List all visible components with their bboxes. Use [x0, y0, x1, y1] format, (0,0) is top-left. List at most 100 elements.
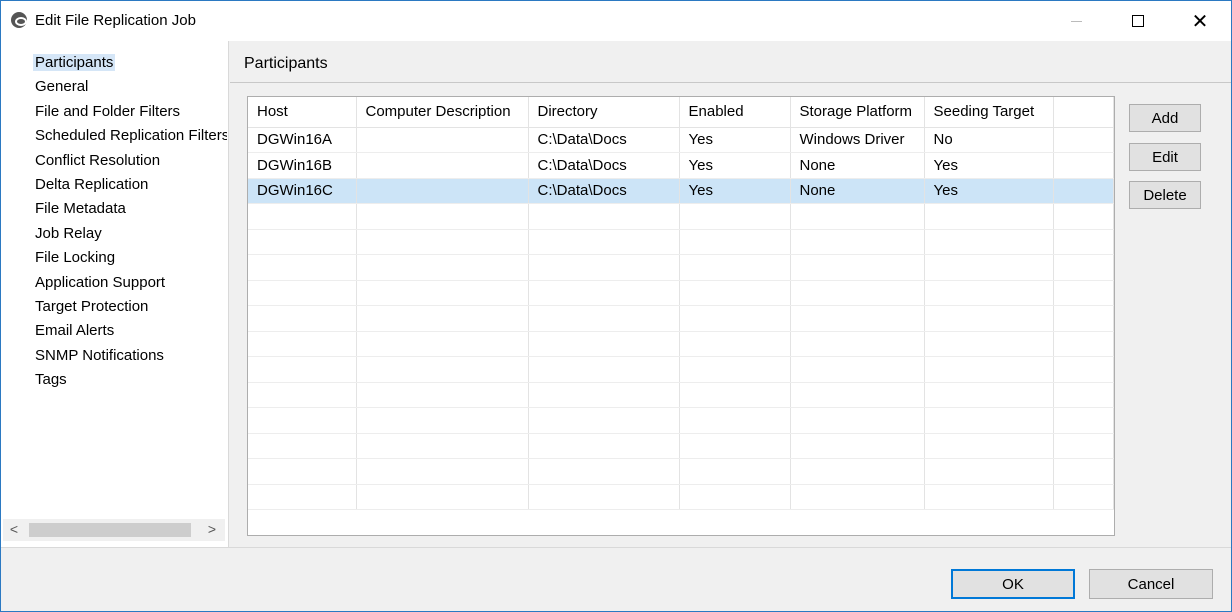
empty-table-row [248, 331, 1114, 357]
scroll-left-icon[interactable]: < [5, 519, 23, 541]
nav-item-scheduled-replication-filters[interactable]: Scheduled Replication Filters [1, 124, 227, 148]
nav-item-label: General [35, 78, 89, 96]
nav-item-email-alerts[interactable]: Email Alerts [1, 319, 227, 343]
settings-nav: Participants General File and Folder Fil… [1, 41, 229, 547]
cancel-button[interactable]: Cancel [1089, 569, 1213, 599]
nav-item-target-protection[interactable]: Target Protection [1, 295, 227, 319]
table-row[interactable]: DGWin16B C:\Data\Docs Yes None Yes [248, 152, 1114, 179]
empty-table-row [248, 356, 1114, 383]
empty-cell [790, 484, 925, 510]
empty-cell [1053, 356, 1114, 383]
empty-cell [924, 254, 1054, 281]
participants-table: Host Computer Description Directory Enab… [247, 96, 1115, 536]
close-button[interactable]: ✕ [1177, 1, 1223, 41]
empty-cell [924, 229, 1054, 255]
empty-cell [356, 331, 529, 357]
nav-item-job-relay[interactable]: Job Relay [1, 222, 227, 246]
cell-description [356, 152, 529, 179]
column-header-enabled[interactable]: Enabled [679, 97, 791, 128]
cell-directory: C:\Data\Docs [528, 178, 680, 204]
column-header-directory[interactable]: Directory [528, 97, 680, 128]
empty-cell [356, 382, 529, 408]
nav-item-participants[interactable]: Participants [1, 51, 227, 75]
empty-cell [679, 280, 791, 306]
column-header-seeding-target[interactable]: Seeding Target [924, 97, 1054, 128]
cell-seeding-target: No [924, 127, 1054, 153]
empty-table-row [248, 458, 1114, 485]
empty-rows [248, 203, 1114, 510]
empty-cell [356, 229, 529, 255]
empty-cell [528, 280, 680, 306]
table-row[interactable]: DGWin16A C:\Data\Docs Yes Windows Driver… [248, 127, 1114, 153]
empty-cell [248, 356, 357, 383]
nav-item-delta-replication[interactable]: Delta Replication [1, 173, 227, 197]
cell-description [356, 127, 529, 153]
title-divider [230, 82, 1231, 83]
nav-item-file-and-folder-filters[interactable]: File and Folder Filters [1, 100, 227, 124]
nav-item-label: Scheduled Replication Filters [35, 127, 227, 145]
nav-horizontal-scrollbar[interactable]: < > [3, 519, 225, 541]
maximize-button[interactable] [1115, 1, 1161, 41]
cell-filler [1053, 178, 1114, 204]
cell-enabled: Yes [679, 127, 791, 153]
empty-cell [924, 280, 1054, 306]
minimize-button[interactable] [1053, 1, 1099, 41]
scroll-right-icon[interactable]: > [203, 519, 221, 541]
cell-seeding-target: Yes [924, 178, 1054, 204]
empty-cell [356, 203, 529, 230]
edit-button[interactable]: Edit [1129, 143, 1201, 171]
empty-cell [356, 254, 529, 281]
empty-cell [248, 382, 357, 408]
nav-item-label: Application Support [35, 273, 166, 291]
dialog-window: Edit File Replication Job ✕ Participants… [0, 0, 1232, 612]
empty-cell [790, 305, 925, 332]
column-header-host[interactable]: Host [248, 97, 357, 128]
cell-directory: C:\Data\Docs [528, 127, 680, 153]
empty-table-row [248, 382, 1114, 408]
column-header-storage-platform[interactable]: Storage Platform [790, 97, 925, 128]
empty-cell [1053, 203, 1114, 230]
nav-item-tags[interactable]: Tags [1, 368, 227, 392]
column-header-computer-description[interactable]: Computer Description [356, 97, 529, 128]
cell-filler [1053, 127, 1114, 153]
empty-table-row [248, 407, 1114, 434]
empty-cell [679, 356, 791, 383]
table-row-selected[interactable]: DGWin16C C:\Data\Docs Yes None Yes [248, 178, 1114, 204]
empty-cell [679, 305, 791, 332]
empty-table-row [248, 433, 1114, 459]
empty-cell [1053, 458, 1114, 485]
column-header-filler [1053, 97, 1114, 128]
nav-item-label: File and Folder Filters [35, 102, 181, 120]
nav-item-label: Job Relay [35, 224, 102, 242]
cell-host: DGWin16C [248, 178, 357, 204]
nav-item-conflict-resolution[interactable]: Conflict Resolution [1, 149, 227, 173]
empty-cell [248, 305, 357, 332]
nav-item-application-support[interactable]: Application Support [1, 271, 227, 295]
empty-cell [528, 433, 680, 459]
cell-storage-platform: None [790, 178, 925, 204]
empty-cell [356, 305, 529, 332]
empty-cell [248, 331, 357, 357]
nav-item-general[interactable]: General [1, 75, 227, 99]
empty-cell [924, 331, 1054, 357]
nav-item-label: Conflict Resolution [35, 151, 161, 169]
cell-storage-platform: None [790, 152, 925, 179]
empty-cell [790, 433, 925, 459]
nav-item-file-metadata[interactable]: File Metadata [1, 197, 227, 221]
empty-cell [924, 458, 1054, 485]
empty-cell [356, 458, 529, 485]
ok-button[interactable]: OK [951, 569, 1075, 599]
close-icon: ✕ [1191, 10, 1209, 33]
empty-cell [679, 484, 791, 510]
empty-cell [356, 407, 529, 434]
delete-button[interactable]: Delete [1129, 181, 1201, 209]
empty-cell [248, 433, 357, 459]
nav-item-file-locking[interactable]: File Locking [1, 246, 227, 270]
table-header-row: Host Computer Description Directory Enab… [248, 97, 1114, 128]
cell-enabled: Yes [679, 152, 791, 179]
maximize-icon [1132, 15, 1144, 27]
scrollbar-thumb[interactable] [29, 523, 191, 537]
empty-cell [679, 433, 791, 459]
nav-item-snmp-notifications[interactable]: SNMP Notifications [1, 344, 227, 368]
add-button[interactable]: Add [1129, 104, 1201, 132]
